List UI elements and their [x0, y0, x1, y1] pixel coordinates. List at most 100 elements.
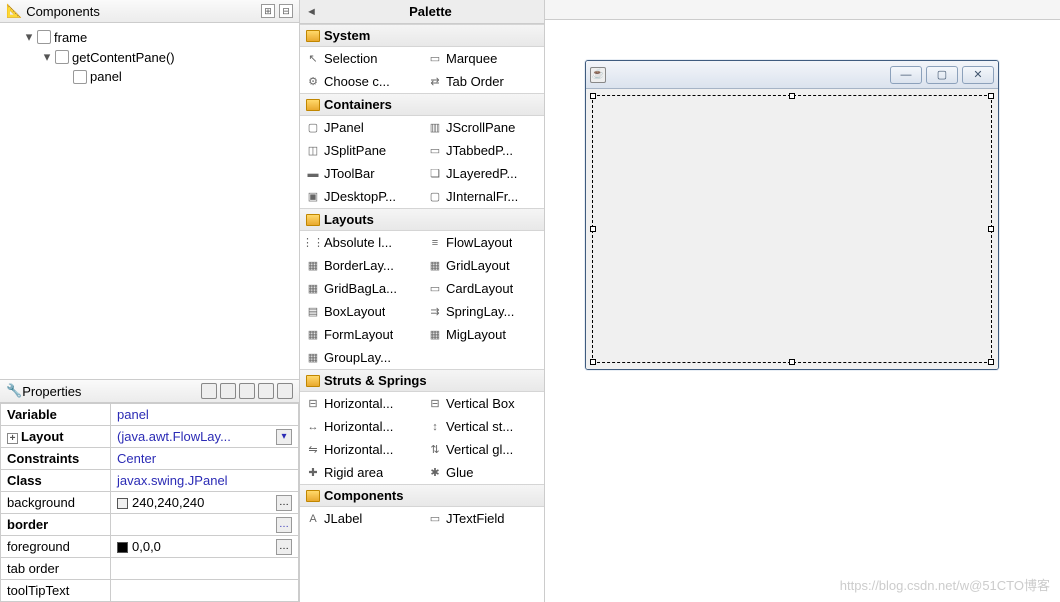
expand-all-button[interactable]: ⊞	[261, 4, 275, 18]
resize-handle[interactable]	[590, 93, 596, 99]
tool-borderlay[interactable]: ▦BorderLay...	[300, 254, 422, 277]
tool-gridbag[interactable]: ▦GridBagLa...	[300, 277, 422, 300]
tool-vbox[interactable]: ⊟Vertical Box	[422, 392, 544, 415]
components-tree[interactable]: ▾frame ▾getContentPane() panel	[0, 23, 299, 379]
resize-handle[interactable]	[590, 226, 596, 232]
tool-jlayered[interactable]: ❏JLayeredP...	[422, 162, 544, 185]
cat-layouts[interactable]: Layouts	[300, 208, 544, 231]
prop-btn-1[interactable]	[201, 383, 217, 399]
prop-btn-5[interactable]	[277, 383, 293, 399]
tree-node-frame[interactable]: ▾frame	[6, 27, 293, 47]
folder-icon	[306, 30, 320, 42]
jlayered-icon: ❏	[428, 167, 442, 181]
prop-btn-3[interactable]	[239, 383, 255, 399]
jscrollpane-icon: ▥	[428, 121, 442, 135]
maximize-button[interactable]: ▢	[926, 66, 958, 84]
tool-card[interactable]: ▭CardLayout	[422, 277, 544, 300]
jsplitpane-icon: ◫	[306, 144, 320, 158]
folder-icon	[306, 99, 320, 111]
tool-hglue[interactable]: ⇋Horizontal...	[300, 438, 422, 461]
layout-dropdown-button[interactable]: ▾	[276, 429, 292, 445]
foreground-swatch	[117, 542, 128, 553]
tool-spring[interactable]: ⇉SpringLay...	[422, 300, 544, 323]
tree-node-contentpane[interactable]: ▾getContentPane()	[6, 47, 293, 67]
cat-system[interactable]: System	[300, 24, 544, 47]
tool-jtabbed[interactable]: ▭JTabbedP...	[422, 139, 544, 162]
prop-row-layout[interactable]: +Layout(java.awt.FlowLay...▾	[1, 426, 299, 448]
tool-glue[interactable]: ✱Glue	[422, 461, 544, 484]
cat-components[interactable]: Components	[300, 484, 544, 507]
hstrut-icon: ↔	[306, 420, 320, 434]
cat-struts[interactable]: Struts & Springs	[300, 369, 544, 392]
components-tree-icon: 📐	[6, 3, 22, 19]
palette-back-button[interactable]: ◄	[306, 6, 317, 18]
tool-rigid[interactable]: ✚Rigid area	[300, 461, 422, 484]
vstrut-icon: ↕	[428, 420, 442, 434]
tool-selection[interactable]: ↖Selection	[300, 47, 422, 70]
jframe-titlebar[interactable]: ☕ — ▢ ✕	[586, 61, 998, 89]
resize-handle[interactable]	[590, 359, 596, 365]
tool-gridlay[interactable]: ▦GridLayout	[422, 254, 544, 277]
prop-row-class[interactable]: Classjavax.swing.JPanel	[1, 470, 299, 492]
tool-flow[interactable]: ≡FlowLayout	[422, 231, 544, 254]
tool-taborder[interactable]: ⇄Tab Order	[422, 70, 544, 93]
tool-jsplitpane[interactable]: ◫JSplitPane	[300, 139, 422, 162]
design-canvas[interactable]: ☕ — ▢ ✕ https://	[545, 20, 1060, 602]
tool-mig[interactable]: ▦MigLayout	[422, 323, 544, 346]
tool-absolute[interactable]: ⋮⋮Absolute l...	[300, 231, 422, 254]
minimize-button[interactable]: —	[890, 66, 922, 84]
background-more-button[interactable]: …	[276, 495, 292, 511]
prop-row-taborder[interactable]: tab order	[1, 558, 299, 580]
tool-jlabel[interactable]: AJLabel	[300, 507, 422, 530]
resize-handle[interactable]	[988, 359, 994, 365]
cursor-icon: ↖	[306, 52, 320, 66]
panel-icon	[73, 70, 87, 84]
foreground-more-button[interactable]: …	[276, 539, 292, 555]
tree-node-panel[interactable]: panel	[6, 67, 293, 86]
choose-icon: ⚙	[306, 75, 320, 89]
tool-jinternal[interactable]: ▢JInternalFr...	[422, 185, 544, 208]
resize-handle[interactable]	[988, 93, 994, 99]
border-more-button[interactable]: …	[276, 517, 292, 533]
prop-btn-4[interactable]	[258, 383, 274, 399]
design-jframe[interactable]: ☕ — ▢ ✕	[585, 60, 999, 370]
jframe-content[interactable]	[586, 89, 998, 369]
tool-jdesktop[interactable]: ▣JDesktopP...	[300, 185, 422, 208]
tool-group[interactable]: ▦GroupLay...	[300, 346, 422, 369]
tool-marquee[interactable]: ▭Marquee	[422, 47, 544, 70]
tool-form[interactable]: ▦FormLayout	[300, 323, 422, 346]
resize-handle[interactable]	[789, 93, 795, 99]
selected-panel[interactable]	[592, 95, 992, 363]
tool-choose[interactable]: ⚙Choose c...	[300, 70, 422, 93]
properties-panel: 🔧 Properties Variablepanel +Layout(java.…	[0, 379, 299, 602]
tool-jtoolbar[interactable]: ▬JToolBar	[300, 162, 422, 185]
prop-row-tooltip[interactable]: toolTipText	[1, 580, 299, 602]
tool-jpanel[interactable]: ▢JPanel	[300, 116, 422, 139]
resize-handle[interactable]	[988, 226, 994, 232]
tool-box[interactable]: ▤BoxLayout	[300, 300, 422, 323]
group-icon: ▦	[306, 351, 320, 365]
cat-containers[interactable]: Containers	[300, 93, 544, 116]
properties-icon: 🔧	[6, 383, 22, 399]
marquee-icon: ▭	[428, 52, 442, 66]
prop-btn-2[interactable]	[220, 383, 236, 399]
prop-row-foreground[interactable]: foreground0,0,0…	[1, 536, 299, 558]
tool-vstrut[interactable]: ↕Vertical st...	[422, 415, 544, 438]
components-title: Components	[26, 4, 257, 19]
tool-jscrollpane[interactable]: ▥JScrollPane	[422, 116, 544, 139]
tool-hbox[interactable]: ⊟Horizontal...	[300, 392, 422, 415]
prop-row-constraints[interactable]: ConstraintsCenter	[1, 448, 299, 470]
jinternal-icon: ▢	[428, 190, 442, 204]
collapse-all-button[interactable]: ⊟	[279, 4, 293, 18]
frame-icon	[37, 30, 51, 44]
prop-row-border[interactable]: border…	[1, 514, 299, 536]
tool-vglue[interactable]: ⇅Vertical gl...	[422, 438, 544, 461]
tool-jtextfield[interactable]: ▭JTextField	[422, 507, 544, 530]
close-button[interactable]: ✕	[962, 66, 994, 84]
palette-body[interactable]: System ↖Selection ▭Marquee ⚙Choose c... …	[300, 24, 544, 602]
gridbag-icon: ▦	[306, 282, 320, 296]
tool-hstrut[interactable]: ↔Horizontal...	[300, 415, 422, 438]
prop-row-background[interactable]: background240,240,240…	[1, 492, 299, 514]
prop-row-variable[interactable]: Variablepanel	[1, 404, 299, 426]
resize-handle[interactable]	[789, 359, 795, 365]
